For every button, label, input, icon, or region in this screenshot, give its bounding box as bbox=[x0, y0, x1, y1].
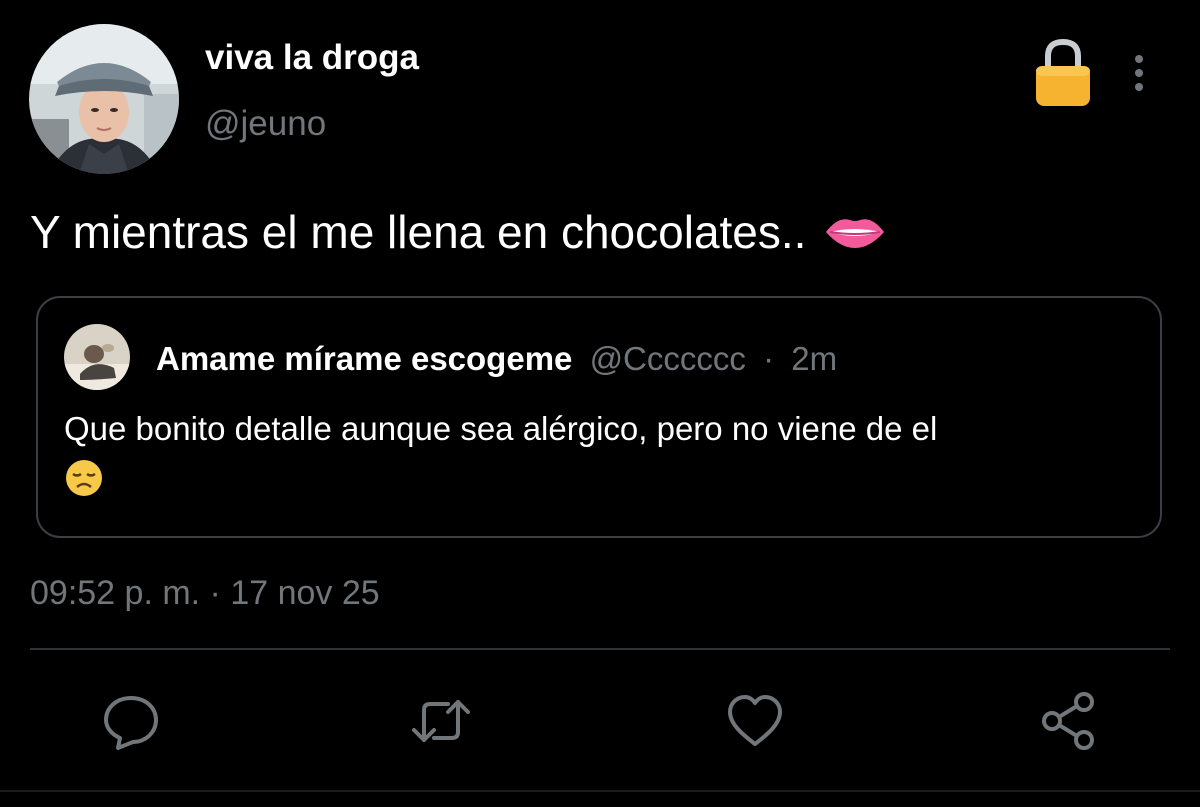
bottom-divider bbox=[0, 790, 1200, 792]
quote-avatar[interactable] bbox=[64, 324, 130, 390]
tweet-timestamp[interactable]: 09:52 p. m. · 17 nov 25 bbox=[30, 574, 380, 613]
author-avatar[interactable] bbox=[29, 24, 179, 174]
quote-header: Amame mírame escogeme @Ccccccc · 2m bbox=[156, 340, 837, 378]
quote-handle[interactable]: @Ccccccc bbox=[590, 340, 746, 377]
quote-display-name[interactable]: Amame mírame escogeme bbox=[156, 340, 572, 377]
like-icon[interactable] bbox=[724, 690, 786, 752]
retweet-icon[interactable] bbox=[410, 690, 472, 752]
lips-icon bbox=[826, 219, 885, 248]
quote-text: Que bonito detalle aunque sea alérgico, … bbox=[64, 410, 938, 447]
quote-separator: · bbox=[763, 340, 775, 377]
tweet-body: Y mientras el me llena en chocolates.. bbox=[30, 205, 886, 259]
quote-age: 2m bbox=[791, 340, 838, 377]
share-icon[interactable] bbox=[1038, 690, 1100, 752]
quoted-tweet-card[interactable]: Amame mírame escogeme @Ccccccc · 2m Que … bbox=[36, 296, 1162, 538]
author-handle[interactable]: @jeuno bbox=[205, 104, 326, 144]
quote-avatar-photo bbox=[64, 324, 130, 390]
disappointed-face-icon bbox=[66, 460, 102, 496]
tweet-container: viva la droga @jeuno Y mientras el me ll… bbox=[0, 0, 1200, 807]
tweet-text: Y mientras el me llena en chocolates.. bbox=[30, 206, 807, 258]
more-options-icon[interactable] bbox=[1124, 52, 1154, 94]
lock-icon bbox=[1036, 38, 1090, 106]
avatar-photo bbox=[29, 24, 179, 174]
divider bbox=[30, 648, 1170, 650]
reply-icon[interactable] bbox=[100, 690, 162, 752]
author-display-name[interactable]: viva la droga bbox=[205, 38, 419, 78]
